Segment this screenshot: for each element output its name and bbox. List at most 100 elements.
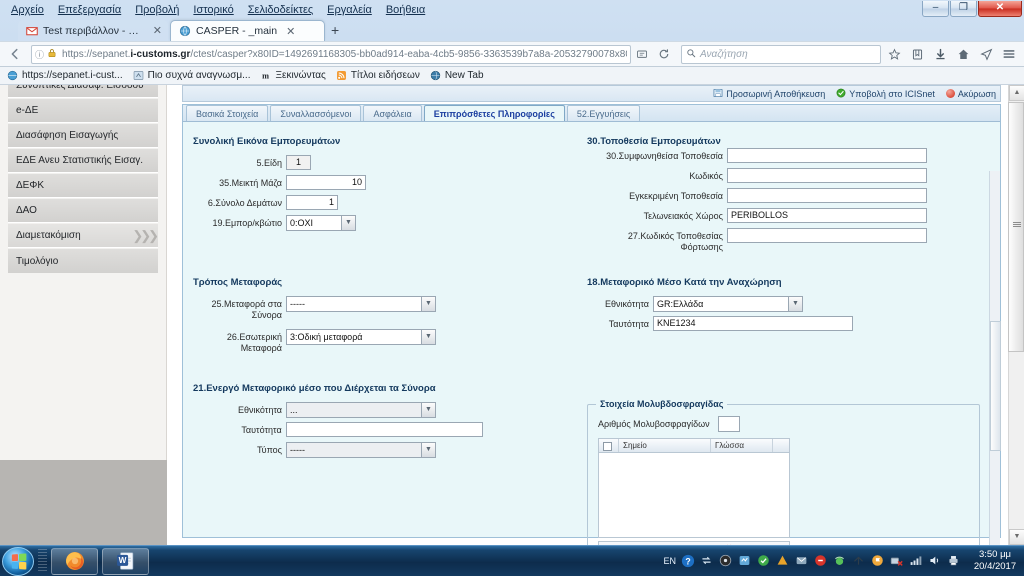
tab-basic-data[interactable]: Βασικά Στοιχεία xyxy=(186,105,269,121)
bookmark-new-tab[interactable]: New Tab xyxy=(430,70,484,81)
network-error-icon[interactable] xyxy=(890,554,904,568)
bookmark-getting-started[interactable]: m Ξεκινώντας xyxy=(260,70,326,81)
panel-scrollbar[interactable] xyxy=(989,171,1001,545)
home-icon[interactable] xyxy=(952,43,974,65)
downloads-icon[interactable] xyxy=(929,43,951,65)
tab-additional-info[interactable]: Επιπρόσθετες Πληροφορίες xyxy=(423,105,565,121)
scroll-up-arrow-icon[interactable]: ▲ xyxy=(1009,85,1024,101)
field-border-type-select[interactable]: ----- ▼ xyxy=(286,442,436,458)
sidebar-item-import-declaration[interactable]: Διασάφηση Εισαγωγής xyxy=(8,123,158,148)
sidebar-item-defk[interactable]: ΔΕΦΚ xyxy=(8,173,158,198)
sidebar-item-summary-entry[interactable]: Συνοπτικές Διασαφ. Εισόδου xyxy=(8,85,158,98)
chevron-down-icon[interactable]: ▼ xyxy=(421,403,435,417)
chevron-down-icon[interactable]: ▼ xyxy=(788,297,802,311)
app2-icon[interactable] xyxy=(757,554,771,568)
field-location-code-input[interactable] xyxy=(727,168,927,183)
panel-scrollbar-thumb[interactable] xyxy=(990,321,1001,451)
field-customs-area-input[interactable]: PERIBOLLOS xyxy=(727,208,927,223)
bookmark-star-icon[interactable] xyxy=(883,43,905,65)
scroll-down-arrow-icon[interactable]: ▼ xyxy=(1009,529,1024,545)
bookmark-most-visited[interactable]: Πιο συχνά αναγνωσμ... xyxy=(133,70,250,81)
browser-tab-2[interactable]: CASPER - _main ✕ xyxy=(170,20,325,41)
reload-icon[interactable] xyxy=(653,43,675,65)
seals-count-input[interactable] xyxy=(718,416,740,432)
field-border-identity-input[interactable] xyxy=(285,422,483,437)
field-inland-transport-mode-select[interactable]: 3:Οδική μεταφορά ▼ xyxy=(286,329,436,345)
close-icon[interactable]: ✕ xyxy=(153,24,162,37)
chevron-down-icon[interactable]: ▼ xyxy=(341,216,355,230)
taskbar-clock[interactable]: 3:50 μμ 20/4/2017 xyxy=(970,549,1020,573)
field-departure-nationality-select[interactable]: GR:Ελλάδα ▼ xyxy=(653,296,803,312)
seals-select-all-cell[interactable] xyxy=(599,439,619,452)
field-border-transport-mode-select[interactable]: ----- ▼ xyxy=(286,296,436,312)
field-container-select[interactable]: 0:ΟΧΙ ▼ xyxy=(286,215,356,231)
field-agreed-location-input[interactable] xyxy=(727,148,927,163)
tab-traders[interactable]: Συναλλασσόμενοι xyxy=(270,105,362,121)
submit-icisnet-button[interactable]: Υποβολή στο ICISnet xyxy=(836,88,935,100)
tab-security[interactable]: Ασφάλεια xyxy=(363,105,422,121)
field-approved-location-input[interactable] xyxy=(727,188,927,203)
chevron-down-icon[interactable]: ▼ xyxy=(421,330,435,344)
back-arrow-icon[interactable] xyxy=(3,42,27,66)
maximize-button[interactable]: ❐ xyxy=(950,1,977,17)
reader-view-icon[interactable] xyxy=(631,43,653,65)
cancel-button[interactable]: Ακύρωση xyxy=(945,89,996,99)
minimize-button[interactable]: – xyxy=(922,1,949,17)
app1-icon[interactable] xyxy=(738,554,752,568)
taskbar-app-word[interactable]: W xyxy=(102,547,149,575)
new-tab-button[interactable]: + xyxy=(331,23,339,37)
browser-tab-1[interactable]: Test περιβάλλον - sfourkas@ ✕ xyxy=(18,20,168,41)
close-button[interactable]: ✕ xyxy=(978,1,1022,17)
menu-hamburger-icon[interactable] xyxy=(998,43,1020,65)
printer-icon[interactable] xyxy=(947,554,961,568)
search-input[interactable]: Αναζήτηση xyxy=(681,44,881,64)
signal-bars-icon[interactable] xyxy=(909,554,923,568)
menu-help[interactable]: Βοήθεια xyxy=(379,3,432,17)
help-blue-icon[interactable]: ? xyxy=(681,554,695,568)
library-icon[interactable] xyxy=(906,43,928,65)
chevron-down-icon[interactable]: ▼ xyxy=(421,297,435,311)
share-icon[interactable] xyxy=(975,43,997,65)
url-bar[interactable]: ⓘ https://sepanet.i-customs.gr/ctest/cas… xyxy=(31,44,631,64)
volume-icon[interactable] xyxy=(928,554,942,568)
field-total-packages-input[interactable]: 1 xyxy=(286,195,338,210)
temp-save-button[interactable]: Προσωρινή Αποθήκευση xyxy=(713,88,825,100)
taskbar-app-firefox[interactable] xyxy=(51,547,98,575)
page-scrollbar[interactable]: ▲ ▼ xyxy=(1008,85,1024,545)
menu-bookmarks[interactable]: Σελιδοδείκτες xyxy=(241,3,320,17)
bookmark-news-titles[interactable]: Τίτλοι ειδήσεων xyxy=(336,70,420,81)
field-loading-location-code-input[interactable] xyxy=(727,228,927,243)
app4-icon[interactable] xyxy=(795,554,809,568)
field-border-nationality-select[interactable]: ... ▼ xyxy=(286,402,436,418)
menu-file[interactable]: Αρχείο xyxy=(4,3,51,17)
chevron-down-icon[interactable]: ▼ xyxy=(421,443,435,457)
field-gross-mass-input[interactable]: 10 xyxy=(286,175,366,190)
sidebar-item-ede-no-stats[interactable]: ΕΔΕ Ανευ Στατιστικής Εισαγ. xyxy=(8,148,158,173)
shield-red-icon[interactable] xyxy=(814,554,828,568)
sidebar-item-dao[interactable]: ΔΑΟ xyxy=(8,198,158,223)
sidebar-item-transit[interactable]: Διαμετακόμιση ❯❯❯ xyxy=(8,223,158,248)
seals-col-language[interactable]: Γλώσσα xyxy=(711,439,773,452)
menu-history[interactable]: Ιστορικό xyxy=(186,3,240,17)
menu-edit[interactable]: Επεξεργασία xyxy=(51,3,128,17)
field-items-input[interactable]: 1 xyxy=(286,155,311,170)
bookmark-sepanet[interactable]: https://sepanet.i-cust... xyxy=(7,70,123,81)
antenna-icon[interactable] xyxy=(852,554,866,568)
menu-tools[interactable]: Εργαλεία xyxy=(320,3,379,17)
sidebar-item-invoice[interactable]: Τιμολόγιο xyxy=(8,248,158,273)
flag-orange-icon[interactable] xyxy=(871,554,885,568)
sidebar-item-ede[interactable]: e-ΔΕ xyxy=(8,98,158,123)
menu-view[interactable]: Προβολή xyxy=(128,3,186,17)
network-icon[interactable] xyxy=(833,554,847,568)
close-icon[interactable]: ✕ xyxy=(286,25,295,38)
page-scrollbar-thumb[interactable] xyxy=(1008,102,1024,352)
media-icon[interactable] xyxy=(719,554,733,568)
tray-language[interactable]: EN xyxy=(663,556,676,566)
site-info-icon[interactable]: ⓘ xyxy=(35,48,44,61)
windows-start-orb[interactable] xyxy=(2,546,34,576)
checkbox-icon[interactable] xyxy=(603,442,612,451)
tab-guarantees[interactable]: 52.Εγγυήσεις xyxy=(566,105,641,121)
seals-col-point[interactable]: Σημείο xyxy=(619,439,711,452)
app3-icon[interactable] xyxy=(776,554,790,568)
sync-icon[interactable] xyxy=(700,554,714,568)
